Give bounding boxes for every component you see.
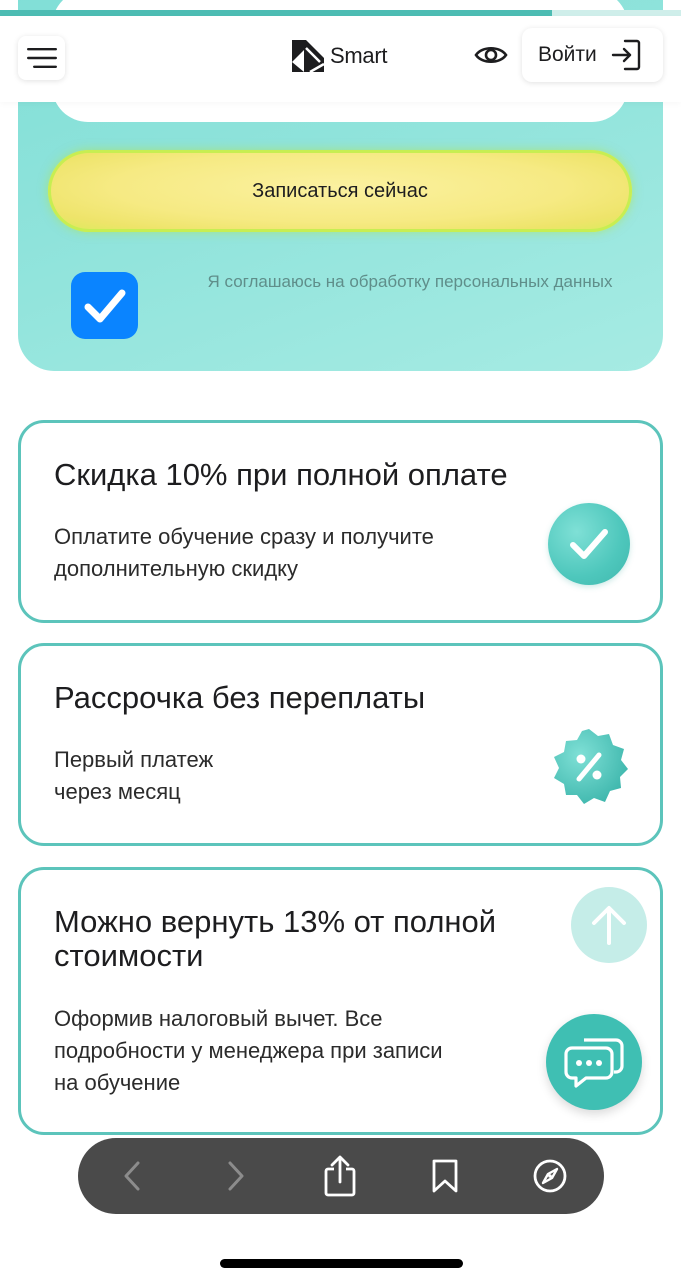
feature-description: Первый платеж через месяц	[54, 744, 213, 808]
percent-badge-icon	[554, 729, 628, 804]
feature-description-line: дополнительную скидку	[54, 556, 299, 581]
feature-description: Оформив налоговый вычет. Все подробности…	[54, 1003, 443, 1099]
feature-title: Скидка 10% при полной оплате	[54, 457, 508, 492]
check-badge	[548, 503, 630, 585]
feature-title: Рассрочка без переплаты	[54, 680, 426, 715]
site-header: Smart Войти	[0, 16, 681, 102]
chevron-right-icon	[228, 1161, 244, 1191]
bookmark-icon	[432, 1159, 458, 1193]
compass-icon	[533, 1159, 567, 1193]
browser-toolbar	[78, 1138, 604, 1214]
chat-button[interactable]	[546, 1014, 642, 1110]
login-label: Войти	[538, 43, 597, 66]
feature-card-discount: Скидка 10% при полной оплате Оплатите об…	[18, 420, 663, 623]
arrow-up-icon	[592, 906, 626, 945]
feature-description-line: Оплатите обучение сразу и получите	[54, 524, 434, 549]
accessibility-eye-button[interactable]	[472, 38, 510, 72]
feature-description-line: на обучение	[54, 1070, 181, 1095]
login-icon	[611, 39, 640, 71]
consent-checkbox[interactable]	[71, 272, 138, 339]
share-icon	[324, 1155, 356, 1197]
logo-icon	[292, 40, 324, 72]
feature-title: Можно вернуть 13% от полной стоимости	[54, 905, 496, 973]
feature-title-line: стоимости	[54, 938, 204, 973]
consent-text: Я соглашаюсь на обработку персональных д…	[207, 272, 613, 291]
logo-text: Smart	[330, 43, 388, 68]
eye-icon	[474, 46, 508, 64]
menu-button[interactable]	[18, 36, 65, 80]
feature-title-line: Можно вернуть 13% от полной	[54, 904, 497, 939]
feature-description-line: подробности у менеджера при записи	[54, 1038, 443, 1063]
site-logo[interactable]: Smart	[292, 40, 387, 72]
back-button[interactable]	[108, 1152, 156, 1200]
signup-now-button[interactable]: Записаться сейчас	[48, 150, 632, 232]
share-button[interactable]	[316, 1152, 364, 1200]
scroll-to-top-button[interactable]	[571, 887, 647, 963]
check-icon	[570, 529, 608, 559]
compass-button[interactable]	[526, 1152, 574, 1200]
percent-badge	[548, 726, 630, 808]
feature-description-line: через месяц	[54, 779, 181, 804]
feature-description-line: Оформив налоговый вычет. Все	[54, 1006, 383, 1031]
login-button[interactable]: Войти	[522, 28, 663, 82]
forward-button[interactable]	[212, 1152, 260, 1200]
hamburger-icon	[26, 48, 57, 68]
chevron-left-icon	[124, 1161, 140, 1191]
chat-bubbles-icon	[564, 1038, 624, 1088]
feature-description: Оплатите обучение сразу и получите допол…	[54, 521, 434, 585]
bookmarks-button[interactable]	[421, 1152, 469, 1200]
checkmark-icon	[84, 289, 125, 322]
feature-description-line: Первый платеж	[54, 747, 214, 772]
home-indicator	[220, 1259, 463, 1268]
feature-card-installment: Рассрочка без переплаты Первый платеж че…	[18, 643, 663, 846]
